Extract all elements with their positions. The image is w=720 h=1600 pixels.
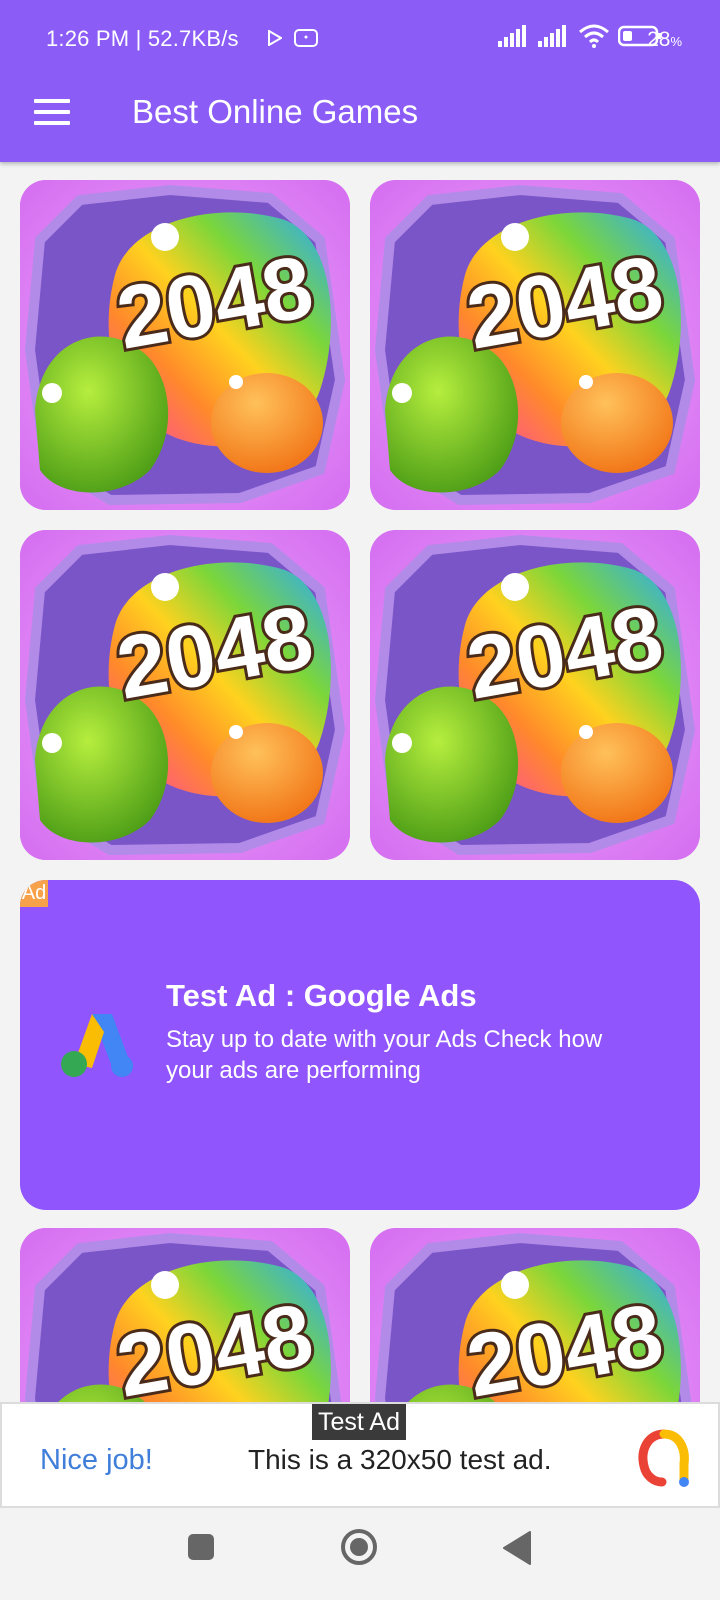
game-tile-2048[interactable] <box>370 180 700 510</box>
game-tile-2048[interactable] <box>20 180 350 510</box>
status-bar: 1:26 PM | 52.7KB/s ● 28% <box>0 0 720 80</box>
battery-percent-unit: % <box>670 34 682 49</box>
app-bar: Best Online Games <box>0 80 720 162</box>
banner-text: This is a 320x50 test ad. <box>248 1444 552 1475</box>
ad-headline: Test Ad : Google Ads <box>166 978 477 1013</box>
page-title: Best Online Games <box>132 93 419 130</box>
wifi-icon <box>579 24 609 48</box>
hamburger-menu-icon[interactable] <box>34 97 70 133</box>
back-triangle-icon[interactable] <box>500 1530 534 1566</box>
game-tile-2048[interactable] <box>20 530 350 860</box>
battery-percent: 28% <box>647 28 682 52</box>
top-bar: 1:26 PM | 52.7KB/s ● 28% Best Online Gam… <box>0 0 720 162</box>
banner-cta[interactable]: Nice job! <box>40 1444 153 1477</box>
game-2048-icon <box>20 180 350 510</box>
system-nav-bar <box>0 1508 720 1600</box>
status-time: 1:26 PM | 52.7KB/s <box>46 26 239 51</box>
ad-badge: Ad <box>20 880 48 907</box>
google-ads-logo-icon <box>61 1014 133 1077</box>
banner-ad[interactable]: Test Ad Nice job! This is a 320x50 test … <box>0 1402 720 1508</box>
game-2048-icon <box>370 530 700 860</box>
sim-badge-icon: ● <box>294 29 318 47</box>
status-icons <box>498 24 662 48</box>
play-icon <box>268 30 282 46</box>
ad-body: Stay up to date with your Ads Check how … <box>166 1026 603 1084</box>
recents-square-icon[interactable] <box>188 1534 214 1560</box>
admob-logo-icon[interactable] <box>636 1428 692 1488</box>
home-circle-icon[interactable] <box>340 1528 378 1566</box>
battery-percent-value: 28 <box>647 28 671 51</box>
game-tile-2048[interactable] <box>370 530 700 860</box>
banner-test-ad-tag: Test Ad <box>312 1404 406 1440</box>
game-2048-icon <box>370 180 700 510</box>
signal-icon <box>538 25 566 47</box>
native-ad-card[interactable]: Ad Test Ad : Google Ads Stay up to date … <box>20 880 700 1210</box>
signal-icon <box>498 25 526 47</box>
game-2048-icon <box>20 530 350 860</box>
